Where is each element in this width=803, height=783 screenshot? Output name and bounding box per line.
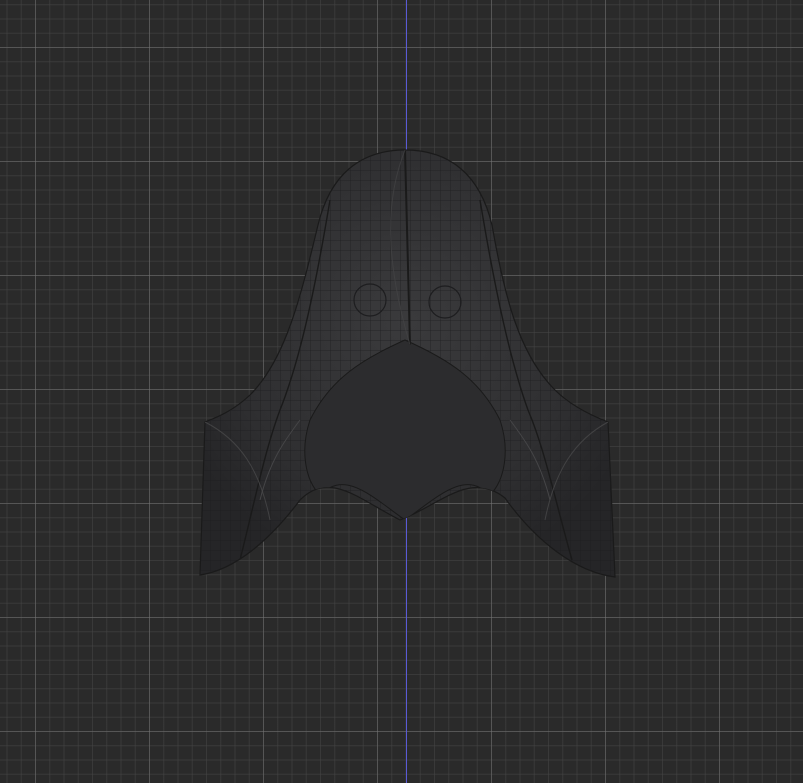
hood-mesh[interactable] [0,0,803,783]
3d-viewport[interactable] [0,0,803,783]
hood-body[interactable] [190,140,630,590]
